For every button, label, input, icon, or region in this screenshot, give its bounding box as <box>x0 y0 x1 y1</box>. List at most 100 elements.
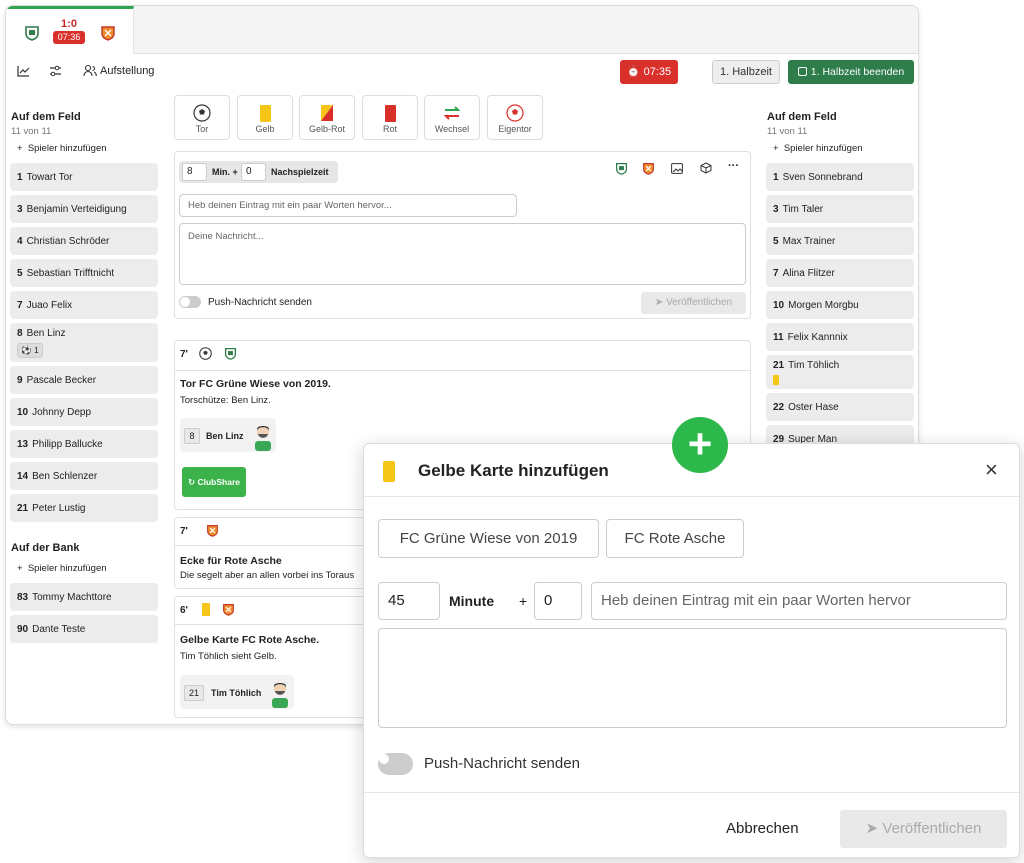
divider <box>174 370 751 371</box>
home-team-select-icon[interactable] <box>615 162 628 175</box>
player-row: 7 Alina Flitzer <box>773 267 835 280</box>
player-item[interactable]: 1 Towart Tor <box>10 163 158 191</box>
player-item[interactable]: 10 Morgen Morgbu <box>766 291 914 319</box>
feed-title: Ecke für Rote Asche <box>180 555 282 567</box>
red-event-button[interactable]: Rot <box>362 95 418 140</box>
away-team-select-icon[interactable] <box>642 162 655 175</box>
player-item[interactable]: 21 Tim Töhlich <box>766 355 914 389</box>
composer-push-toggle[interactable] <box>179 296 201 308</box>
away-crest-icon <box>101 26 115 41</box>
home-crest-icon <box>25 26 39 41</box>
right-player-list: 1 Sven Sonnebrand 3 Tim Taler 5 Max Trainer 7 A… <box>766 163 914 457</box>
clubshare-button[interactable]: ↻ ClubShare <box>182 467 246 497</box>
timer-value: 07:35 <box>643 66 672 78</box>
goal-event-button[interactable]: Tor <box>174 95 230 140</box>
push-toggle[interactable] <box>378 753 413 775</box>
player-row: 3 Benjamin Verteidigung <box>17 203 127 216</box>
player-name: Morgen Morgbu <box>788 299 859 311</box>
red-card-icon <box>384 104 396 122</box>
player-item[interactable]: 11 Felix Kannnix <box>766 323 914 351</box>
close-icon[interactable]: × <box>985 457 998 483</box>
composer-title-input[interactable]: Heb deinen Eintrag mit ein paar Worten h… <box>179 194 517 217</box>
player-item[interactable]: 21 Peter Lustig <box>10 494 158 522</box>
score: 1:0 <box>61 18 77 30</box>
player-item[interactable]: 3 Tim Taler <box>766 195 914 223</box>
goal-count: 1 <box>33 345 39 355</box>
player-row: 21 Tim Töhlich <box>773 359 839 372</box>
player-item[interactable]: 10 Johnny Depp <box>10 398 158 426</box>
own-goal-ball-icon <box>506 104 524 122</box>
player-item[interactable]: 13 Philipp Ballucke <box>10 430 158 458</box>
away-crest-icon <box>223 604 234 616</box>
goal-label: Tor <box>195 124 209 134</box>
team-b-button[interactable]: FC Rote Asche <box>606 519 744 558</box>
add-fab[interactable]: + <box>672 417 728 473</box>
player-item[interactable]: 9 Pascale Becker <box>10 366 158 394</box>
right-add-player[interactable]: + Spieler hinzufügen <box>773 143 863 154</box>
yellow-red-event-button[interactable]: Gelb-Rot <box>299 95 355 140</box>
image-icon[interactable] <box>671 163 683 174</box>
lineup-button[interactable]: Aufstellung <box>100 65 154 77</box>
timer-button[interactable]: ⏰ 07:35 <box>620 60 678 84</box>
player-item[interactable]: 14 Ben Schlenzer <box>10 462 158 490</box>
composer-message-input[interactable]: Deine Nachricht... <box>179 223 746 285</box>
alarm-icon: ⏰ <box>626 66 644 78</box>
player-item[interactable]: 5 Sebastian Trifftnicht <box>10 259 158 287</box>
player-avatar-icon <box>272 683 288 708</box>
player-row: 9 Pascale Becker <box>17 374 96 387</box>
player-item[interactable]: 7 Juao Felix <box>10 291 158 319</box>
entry-title-input[interactable]: Heb deinen Eintrag mit ein paar Worten h… <box>591 582 1007 620</box>
composer-extra-input[interactable]: 0 <box>241 163 266 181</box>
player-item[interactable]: 3 Benjamin Verteidigung <box>10 195 158 223</box>
stats-icon[interactable] <box>17 65 30 77</box>
player-avatar-icon <box>255 426 271 451</box>
bench-add-player[interactable]: + Spieler hinzufügen <box>17 563 107 574</box>
right-field-count: 11 von 11 <box>767 126 808 137</box>
settings-sliders-icon[interactable] <box>49 65 62 77</box>
minute-input[interactable]: 45 <box>378 582 440 620</box>
cube-icon[interactable] <box>700 162 712 174</box>
player-item[interactable]: 8 Ben Linz ⚽ 1 <box>10 323 158 362</box>
player-number: 4 <box>17 235 23 247</box>
left-add-player[interactable]: + Spieler hinzufügen <box>17 143 107 154</box>
player-row: 14 Ben Schlenzer <box>17 470 97 483</box>
team-a-button[interactable]: FC Grüne Wiese von 2019 <box>378 519 599 558</box>
player-name: Christian Schröder <box>26 235 110 247</box>
divider <box>364 792 1019 793</box>
composer-publish-button[interactable]: ➤ Veröffentlichen <box>641 292 746 314</box>
player-item[interactable]: 1 Sven Sonnebrand <box>766 163 914 191</box>
substitution-event-button[interactable]: Wechsel <box>424 95 480 140</box>
message-textarea[interactable] <box>378 628 1007 728</box>
player-item[interactable]: 5 Max Trainer <box>766 227 914 255</box>
tab-bar: 1:0 07:36 <box>6 6 918 54</box>
player-name: Tim Töhlich <box>211 688 262 698</box>
more-options-icon[interactable]: ··· <box>728 160 739 172</box>
player-row: 10 Morgen Morgbu <box>773 299 859 312</box>
publish-button[interactable]: ➤ Veröffentlichen <box>840 810 1007 848</box>
player-number: 83 <box>17 591 29 603</box>
extra-time-input[interactable]: 0 <box>534 582 582 620</box>
player-row: 21 Peter Lustig <box>17 502 86 515</box>
player-item[interactable]: 22 Oster Hase <box>766 393 914 421</box>
cancel-button[interactable]: Abbrechen <box>726 820 799 837</box>
player-number: 90 <box>17 623 29 635</box>
left-field-count: 11 von 11 <box>11 126 52 137</box>
match-tab[interactable]: 1:0 07:36 <box>6 6 134 54</box>
player-name: Alina Flitzer <box>782 267 835 279</box>
player-item[interactable]: 90 Dante Teste <box>10 615 158 643</box>
half-indicator[interactable]: 1. Halbzeit <box>712 60 780 84</box>
player-number: 11 <box>773 331 784 343</box>
player-number: 3 <box>17 203 23 215</box>
own-goal-event-button[interactable]: Eigentor <box>487 95 543 140</box>
player-item[interactable]: 83 Tommy Machttore <box>10 583 158 611</box>
player-item[interactable]: 7 Alina Flitzer <box>766 259 914 287</box>
feed-text: Torschütze: Ben Linz. <box>180 395 271 406</box>
clubshare-label: ClubShare <box>197 477 240 487</box>
composer-minute-input[interactable]: 8 <box>182 163 207 181</box>
end-half-button[interactable]: 1. Halbzeit beenden <box>788 60 914 84</box>
yellow-event-button[interactable]: Gelb <box>237 95 293 140</box>
player-row: 90 Dante Teste <box>17 623 85 636</box>
player-name: Peter Lustig <box>32 502 86 514</box>
yellow-card-icon <box>202 603 210 616</box>
player-item[interactable]: 4 Christian Schröder <box>10 227 158 255</box>
